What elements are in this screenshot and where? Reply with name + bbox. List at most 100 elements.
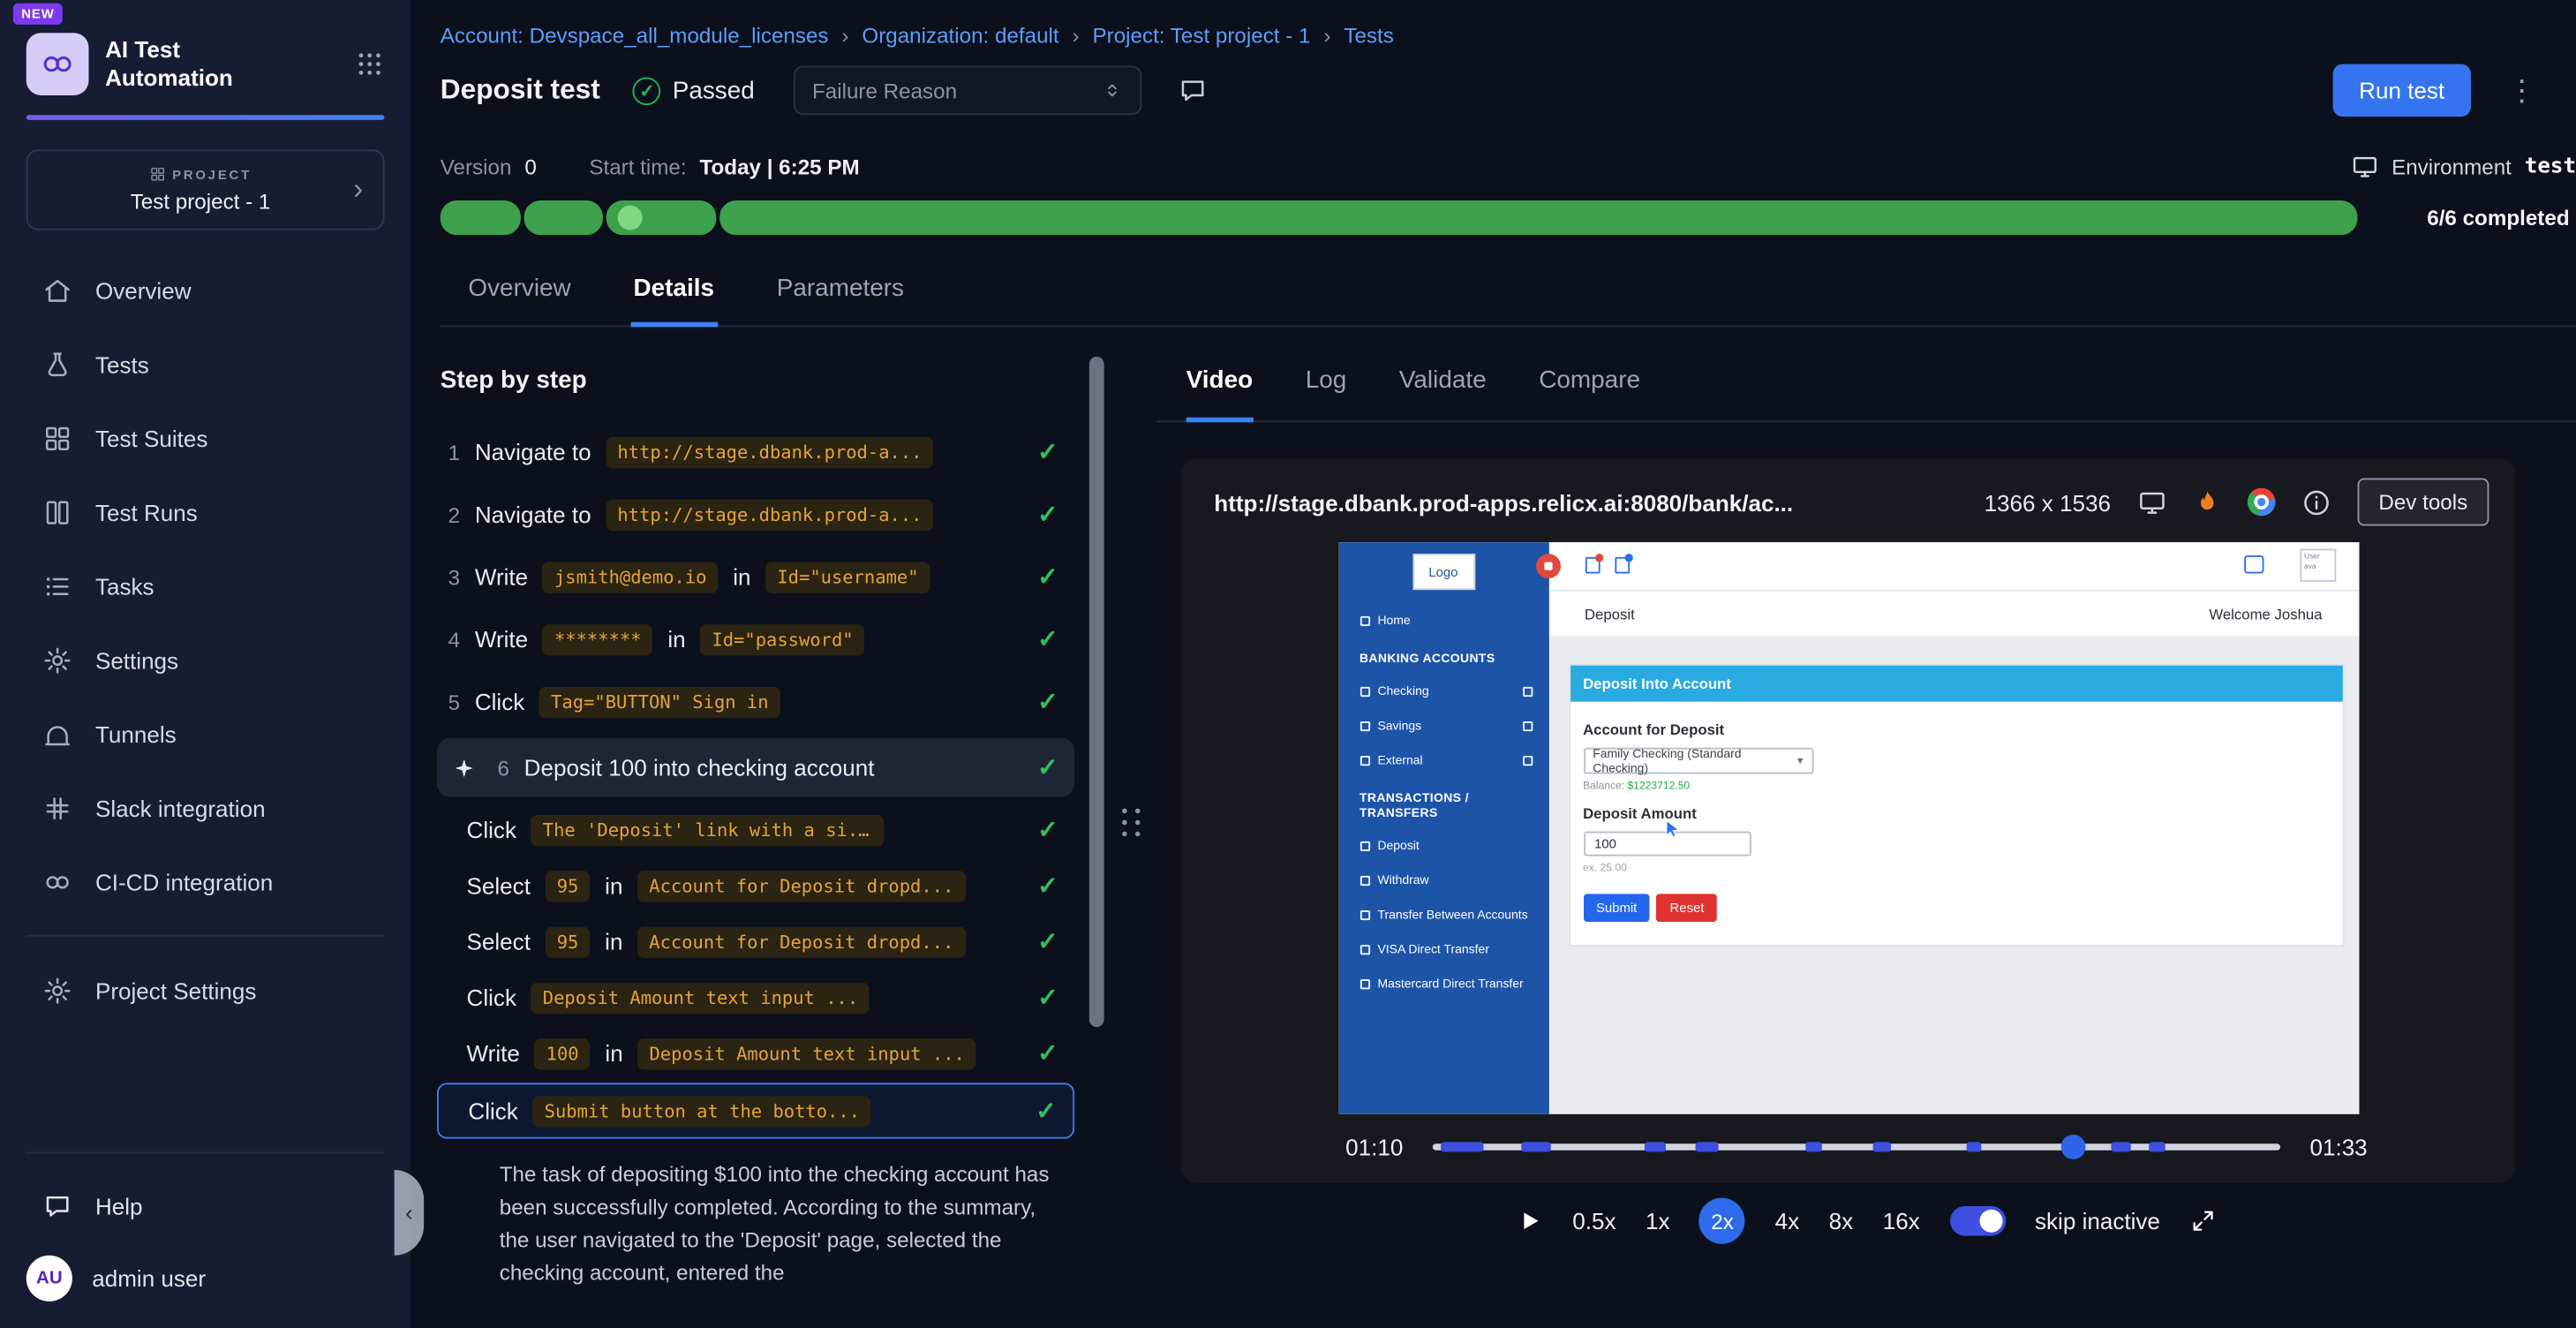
- sidebar-item-settings[interactable]: Settings: [0, 622, 411, 697]
- progress-dot: [618, 206, 643, 230]
- timeline-marker: [1441, 1142, 1483, 1151]
- monitor-icon: [2351, 153, 2379, 181]
- tab-compare[interactable]: Compare: [1539, 366, 1640, 420]
- substep-row-selected[interactable]: Click Submit button at the botto... ✓: [437, 1083, 1074, 1138]
- substep-row[interactable]: Select 95 in Account for Deposit dropd..…: [437, 857, 1074, 913]
- step-action: Click: [467, 985, 516, 1011]
- check-icon: ✓: [1037, 871, 1058, 900]
- timeline-track[interactable]: [1433, 1143, 2280, 1150]
- breadcrumb-organization[interactable]: Organization: default: [862, 23, 1058, 48]
- user-menu[interactable]: AU admin user: [0, 1242, 411, 1328]
- breadcrumb-tests[interactable]: Tests: [1344, 23, 1393, 48]
- timeline-playhead[interactable]: [2060, 1135, 2085, 1159]
- user-name: admin user: [92, 1265, 206, 1292]
- speed-8x[interactable]: 8x: [1829, 1208, 1854, 1234]
- video-url: http://stage.dbank.prod-apps.relicx.ai:8…: [1214, 489, 1793, 516]
- sidebar-item-cicd-integration[interactable]: CI-CD integration: [0, 845, 411, 919]
- app-logo-icon[interactable]: [26, 33, 89, 95]
- step-action: in: [605, 1040, 622, 1067]
- speed-4x[interactable]: 4x: [1775, 1208, 1800, 1234]
- sidebar-item-overview[interactable]: Overview: [0, 253, 411, 328]
- chrome-icon[interactable]: [2247, 488, 2275, 517]
- step-action: Navigate to: [475, 502, 591, 528]
- step-number: 5: [441, 690, 460, 714]
- step-target-chip: Id="password": [700, 623, 864, 654]
- bank-deposit-card: Deposit Into Account Account for Deposit…: [1568, 664, 2343, 947]
- step-row[interactable]: 4 Write ******** in Id="password" ✓: [437, 608, 1074, 671]
- sidebar-item-label: Overview: [95, 277, 192, 304]
- project-selector[interactable]: PROJECT Test project - 1 ›: [26, 149, 385, 230]
- speed-1x[interactable]: 1x: [1646, 1208, 1670, 1234]
- timeline-marker: [1522, 1142, 1552, 1151]
- project-label: PROJECT: [48, 166, 353, 183]
- comment-icon[interactable]: [1179, 76, 1208, 105]
- bank-reset-button: Reset: [1657, 894, 1718, 922]
- step-row[interactable]: 1 Navigate to http://stage.dbank.prod-a.…: [437, 420, 1074, 483]
- sidebar-item-project-settings[interactable]: Project Settings: [0, 953, 411, 1027]
- sidebar-item-test-suites[interactable]: Test Suites: [0, 401, 411, 475]
- sidebar-item-slack-integration[interactable]: Slack integration: [0, 771, 411, 845]
- step-value-chip: 95: [546, 926, 591, 957]
- sidebar-item-tunnels[interactable]: Tunnels: [0, 697, 411, 771]
- app-grid-icon[interactable]: [355, 49, 384, 79]
- kebab-menu-icon[interactable]: ⋮: [2490, 73, 2553, 108]
- info-icon[interactable]: [2301, 487, 2331, 517]
- fullscreen-icon[interactable]: [2189, 1208, 2216, 1234]
- failure-reason-select[interactable]: Failure Reason: [795, 65, 1143, 115]
- sidebar-item-tasks[interactable]: Tasks: [0, 549, 411, 623]
- environment-value: test: [2525, 155, 2576, 179]
- breadcrumb-account[interactable]: Account: Devspace_all_module_licenses: [441, 23, 829, 48]
- browser-action-icon: [2243, 555, 2263, 573]
- tab-validate[interactable]: Validate: [1399, 366, 1487, 420]
- check-circle-icon: ✓: [633, 77, 661, 105]
- step-row[interactable]: 2 Navigate to http://stage.dbank.prod-a.…: [437, 483, 1074, 546]
- panel-splitter[interactable]: [1107, 327, 1156, 1327]
- play-icon[interactable]: [1517, 1208, 1543, 1234]
- sidebar-item-label: Test Suites: [95, 425, 207, 451]
- step-action: Write: [475, 563, 528, 590]
- substep-row[interactable]: Write 100 in Deposit Amount text input .…: [437, 1025, 1074, 1081]
- bank-nav-visa: VISA Direct Transfer: [1338, 932, 1548, 966]
- sidebar-item-label: Slack integration: [95, 795, 266, 821]
- step-action: in: [605, 928, 622, 954]
- divider: [26, 1152, 385, 1154]
- step-group-row[interactable]: 6 Deposit 100 into checking account ✓: [437, 738, 1074, 797]
- run-test-button[interactable]: Run test: [2332, 64, 2471, 117]
- step-row[interactable]: 5 Click Tag="BUTTON" Sign in ✓: [437, 670, 1074, 733]
- tab-log[interactable]: Log: [1306, 366, 1347, 420]
- sidebar-item-label: Tunnels: [95, 721, 177, 747]
- grid-icon: [42, 423, 72, 452]
- breadcrumb-separator: ›: [1323, 23, 1330, 48]
- tab-video[interactable]: Video: [1186, 366, 1254, 422]
- dev-tools-button[interactable]: Dev tools: [2357, 479, 2489, 526]
- monitor-icon[interactable]: [2137, 487, 2166, 517]
- breadcrumb-project[interactable]: Project: Test project - 1: [1093, 23, 1311, 48]
- substep-row[interactable]: Click The 'Deposit' link with a si... ✓: [437, 802, 1074, 857]
- skip-inactive-toggle[interactable]: [1949, 1206, 2005, 1235]
- tab-parameters[interactable]: Parameters: [773, 265, 908, 326]
- bank-nav-external: External: [1338, 743, 1548, 777]
- substep-row[interactable]: Select 95 in Account for Deposit dropd..…: [437, 914, 1074, 970]
- step-row[interactable]: 3 Write jsmith@demo.io in Id="username" …: [437, 546, 1074, 608]
- speed-16x[interactable]: 16x: [1883, 1208, 1920, 1234]
- step-action: Click: [475, 689, 524, 715]
- check-icon: ✓: [1036, 1096, 1056, 1125]
- check-icon: ✓: [1037, 927, 1058, 956]
- check-icon: ✓: [1037, 624, 1058, 653]
- substep-row[interactable]: Click Deposit Amount text input ... ✓: [437, 970, 1074, 1025]
- sidebar-item-label: Settings: [95, 646, 178, 673]
- status-badge: ✓ Passed: [633, 77, 755, 105]
- total-time: 01:33: [2309, 1134, 2367, 1160]
- tab-overview[interactable]: Overview: [465, 265, 575, 326]
- video-frame[interactable]: Logo Home BANKING ACCOUNTS Checking Savi…: [1338, 542, 2359, 1114]
- flame-icon[interactable]: [2193, 488, 2221, 517]
- scrollbar-thumb[interactable]: [1089, 357, 1104, 1027]
- help-button[interactable]: Help: [0, 1170, 411, 1242]
- speed-2x-active[interactable]: 2x: [1699, 1198, 1745, 1244]
- steps-scrollbar: [1088, 327, 1107, 1327]
- speed-0-5x[interactable]: 0.5x: [1572, 1208, 1616, 1234]
- step-target-chip: http://stage.dbank.prod-a...: [606, 499, 933, 530]
- sidebar-item-test-runs[interactable]: Test Runs: [0, 475, 411, 549]
- sidebar-item-tests[interactable]: Tests: [0, 327, 411, 401]
- tab-details[interactable]: Details: [630, 265, 718, 328]
